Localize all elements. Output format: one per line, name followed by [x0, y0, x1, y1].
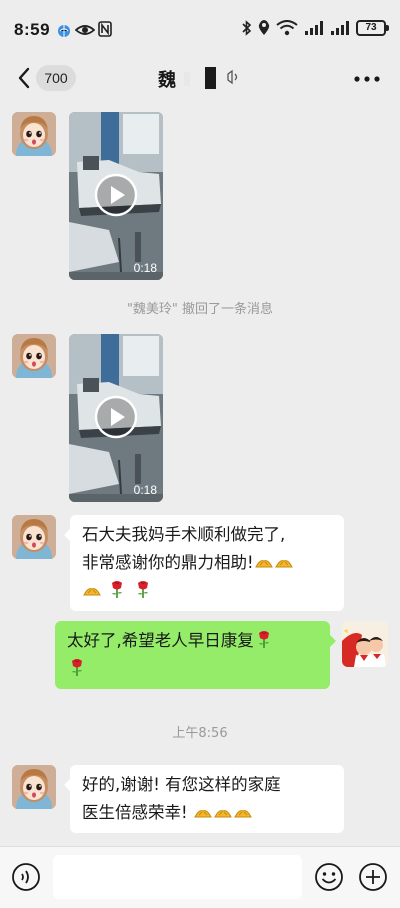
status-time: 8:59	[14, 20, 51, 39]
message-text: 太好了,希望老人早日康复	[67, 631, 254, 650]
thumbs-up-emoji	[82, 579, 102, 599]
my-text-message[interactable]: 太好了,希望老人早日康复	[55, 621, 336, 689]
contact-avatar[interactable]	[12, 112, 56, 156]
contact-avatar[interactable]	[12, 765, 56, 809]
text-message[interactable]: 好的,谢谢! 有您这样的家庭 医生倍感荣幸!	[64, 765, 344, 833]
message-text: 好的,谢谢! 有您这样的家庭	[82, 775, 281, 794]
thumbs-up-emoji	[274, 551, 294, 571]
signal-icon-1	[305, 21, 323, 35]
location-icon	[258, 20, 270, 35]
rose-emoji	[107, 579, 127, 599]
play-icon[interactable]	[94, 395, 138, 439]
chat-title: 魏	[158, 70, 176, 91]
message-input-bar	[0, 846, 400, 908]
thumbs-up-emoji	[193, 801, 213, 821]
recall-notice: "魏美玲" 撤回了一条消息	[126, 302, 274, 317]
status-right: 73	[242, 20, 389, 36]
chat-header: 700 魏	[0, 56, 400, 100]
status-bar: 8:59 73	[0, 0, 400, 56]
thumbs-up-emoji	[233, 801, 253, 821]
rose-emoji	[133, 579, 153, 599]
battery-indicator: 73	[356, 20, 389, 36]
message-text: 石大夫我妈手术顺利做完了,	[82, 525, 286, 544]
play-icon[interactable]	[94, 173, 138, 217]
voice-icon[interactable]	[11, 862, 41, 892]
timestamp: 上午8:56	[172, 726, 228, 741]
video-message[interactable]: 0:18	[69, 334, 163, 502]
wifi-icon	[276, 20, 298, 36]
rose-emoji	[67, 657, 87, 677]
message-input[interactable]	[53, 855, 302, 899]
thumbs-up-emoji	[213, 801, 233, 821]
video-message[interactable]: 0:18	[69, 112, 163, 280]
emoji-icon[interactable]	[314, 862, 344, 892]
text-message[interactable]: 石大夫我妈手术顺利做完了, 非常感谢你的鼎力相助!	[64, 515, 344, 611]
unread-count-badge[interactable]: 700	[36, 65, 76, 91]
mute-icon	[227, 69, 238, 85]
globe-icon	[58, 25, 70, 37]
message-text: 非常感谢你的鼎力相助!	[82, 553, 254, 572]
contact-avatar[interactable]	[12, 334, 56, 378]
video-duration: 0:18	[133, 483, 157, 497]
rose-emoji	[254, 629, 274, 649]
nfc-icon	[98, 21, 112, 37]
message-text: 医生倍感荣幸!	[82, 803, 188, 822]
bluetooth-icon	[242, 20, 252, 36]
thumbs-up-emoji	[254, 551, 274, 571]
title-redaction	[205, 67, 216, 89]
contact-avatar[interactable]	[12, 515, 56, 559]
video-duration: 0:18	[133, 261, 157, 275]
more-dots-icon[interactable]	[354, 76, 380, 82]
signal-icon-2	[331, 21, 349, 35]
my-avatar[interactable]	[342, 621, 388, 667]
plus-icon[interactable]	[358, 862, 388, 892]
eye-icon	[75, 25, 95, 35]
title-redaction	[184, 72, 190, 86]
chevron-left-icon[interactable]	[14, 64, 34, 92]
